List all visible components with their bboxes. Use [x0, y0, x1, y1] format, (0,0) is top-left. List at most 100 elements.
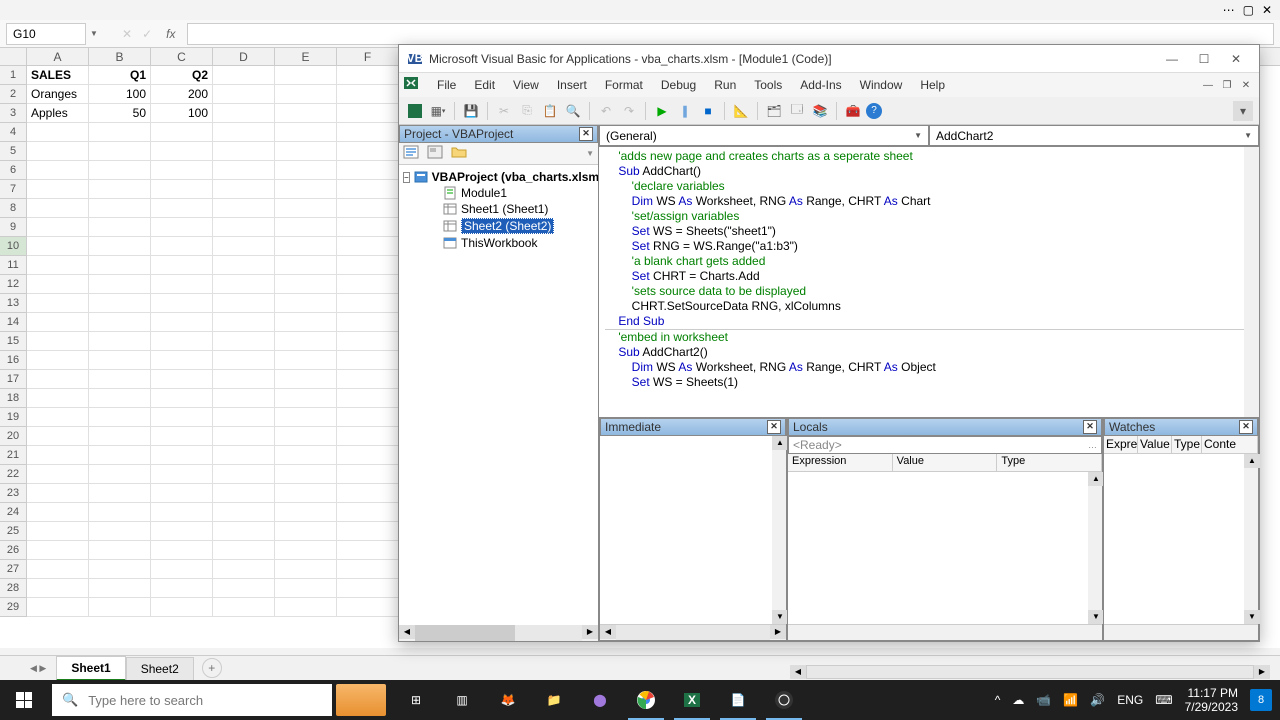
undo-icon[interactable]: ↶: [596, 101, 616, 121]
cell[interactable]: 100: [89, 85, 151, 104]
cell[interactable]: [213, 579, 275, 598]
cell[interactable]: [27, 389, 89, 408]
cell[interactable]: [337, 275, 399, 294]
cell[interactable]: [89, 123, 151, 142]
cell[interactable]: [213, 598, 275, 617]
cell[interactable]: [151, 332, 213, 351]
cell[interactable]: [89, 180, 151, 199]
cell[interactable]: [27, 123, 89, 142]
row-header[interactable]: 19: [0, 408, 27, 427]
cell[interactable]: [89, 294, 151, 313]
watches-title[interactable]: Watches ✕: [1104, 418, 1258, 436]
cell[interactable]: [89, 275, 151, 294]
watches-col-type[interactable]: Type: [1172, 436, 1202, 453]
toolbar-overflow-icon[interactable]: ▾: [1233, 101, 1253, 121]
notification-icon[interactable]: 8: [1250, 689, 1272, 711]
cell[interactable]: [151, 237, 213, 256]
cell[interactable]: [27, 275, 89, 294]
cell[interactable]: [213, 427, 275, 446]
cell[interactable]: [275, 408, 337, 427]
cell[interactable]: [151, 142, 213, 161]
cell[interactable]: [275, 180, 337, 199]
cell[interactable]: [89, 332, 151, 351]
firefox-icon[interactable]: 🦊: [486, 680, 530, 720]
cell[interactable]: [89, 351, 151, 370]
cell[interactable]: [89, 560, 151, 579]
cell[interactable]: [213, 218, 275, 237]
cell[interactable]: [89, 465, 151, 484]
project-explorer-icon[interactable]: 🗂: [764, 101, 784, 121]
minimize-button[interactable]: —: [1157, 49, 1187, 69]
cell[interactable]: [89, 370, 151, 389]
cell[interactable]: [151, 560, 213, 579]
name-box[interactable]: G10: [6, 23, 86, 45]
cell[interactable]: [337, 199, 399, 218]
row-header[interactable]: 18: [0, 389, 27, 408]
cell[interactable]: [27, 351, 89, 370]
save-icon[interactable]: 💾: [461, 101, 481, 121]
menu-addins[interactable]: Add-Ins: [792, 76, 849, 94]
cell[interactable]: [275, 389, 337, 408]
cell[interactable]: [213, 180, 275, 199]
col-header[interactable]: D: [213, 48, 275, 65]
cell[interactable]: [27, 560, 89, 579]
cell[interactable]: [275, 579, 337, 598]
cell[interactable]: [213, 199, 275, 218]
cell[interactable]: [275, 294, 337, 313]
cell[interactable]: [151, 161, 213, 180]
row-header[interactable]: 2: [0, 85, 27, 104]
mdi-close-icon[interactable]: ✕: [1237, 77, 1255, 93]
cell[interactable]: [213, 256, 275, 275]
cell[interactable]: [275, 275, 337, 294]
locals-col-value[interactable]: Value: [893, 454, 998, 471]
row-header[interactable]: 24: [0, 503, 27, 522]
cell[interactable]: [213, 484, 275, 503]
cell[interactable]: [275, 541, 337, 560]
add-sheet-button[interactable]: +: [202, 658, 222, 678]
cell[interactable]: [213, 142, 275, 161]
cell[interactable]: [213, 560, 275, 579]
more-icon[interactable]: ⋯: [1223, 3, 1235, 17]
cell[interactable]: [89, 313, 151, 332]
tree-workbook[interactable]: ThisWorkbook: [461, 236, 537, 250]
watches-col-value[interactable]: Value: [1138, 436, 1172, 453]
cell[interactable]: [337, 522, 399, 541]
cell[interactable]: [151, 123, 213, 142]
cell[interactable]: [213, 351, 275, 370]
menu-window[interactable]: Window: [852, 76, 911, 94]
panel-scrollbar-icon[interactable]: ▼: [586, 149, 594, 158]
task-view-icon[interactable]: ⊞: [394, 680, 438, 720]
cell[interactable]: [275, 218, 337, 237]
volume-icon[interactable]: 🔊: [1090, 693, 1105, 707]
clock[interactable]: 11:17 PM 7/29/2023: [1185, 686, 1238, 714]
panel-close-icon[interactable]: ✕: [767, 420, 781, 434]
cell[interactable]: [275, 503, 337, 522]
cell[interactable]: [27, 370, 89, 389]
cell[interactable]: [337, 598, 399, 617]
cell[interactable]: [275, 484, 337, 503]
break-icon[interactable]: ∥: [675, 101, 695, 121]
cell[interactable]: [275, 161, 337, 180]
insert-dropdown-icon[interactable]: ▦▾: [428, 101, 448, 121]
cell[interactable]: [151, 313, 213, 332]
sheet-tab-sheet1[interactable]: Sheet1: [56, 656, 125, 681]
cell[interactable]: [27, 332, 89, 351]
cell[interactable]: [151, 199, 213, 218]
cell[interactable]: [213, 465, 275, 484]
menu-view[interactable]: View: [505, 76, 547, 94]
properties-icon[interactable]: 🗔: [787, 101, 807, 121]
cell[interactable]: [151, 370, 213, 389]
cell[interactable]: [337, 503, 399, 522]
row-header[interactable]: 17: [0, 370, 27, 389]
toggle-folders-icon[interactable]: [451, 145, 471, 163]
panel-close-icon[interactable]: ✕: [1239, 420, 1253, 434]
cell[interactable]: [27, 465, 89, 484]
cell[interactable]: [213, 541, 275, 560]
cell[interactable]: [213, 503, 275, 522]
cell[interactable]: 200: [151, 85, 213, 104]
cell[interactable]: [213, 389, 275, 408]
excel-return-icon[interactable]: [403, 75, 423, 95]
cell[interactable]: [275, 446, 337, 465]
cell[interactable]: [213, 275, 275, 294]
search-highlight-icon[interactable]: [336, 684, 386, 716]
